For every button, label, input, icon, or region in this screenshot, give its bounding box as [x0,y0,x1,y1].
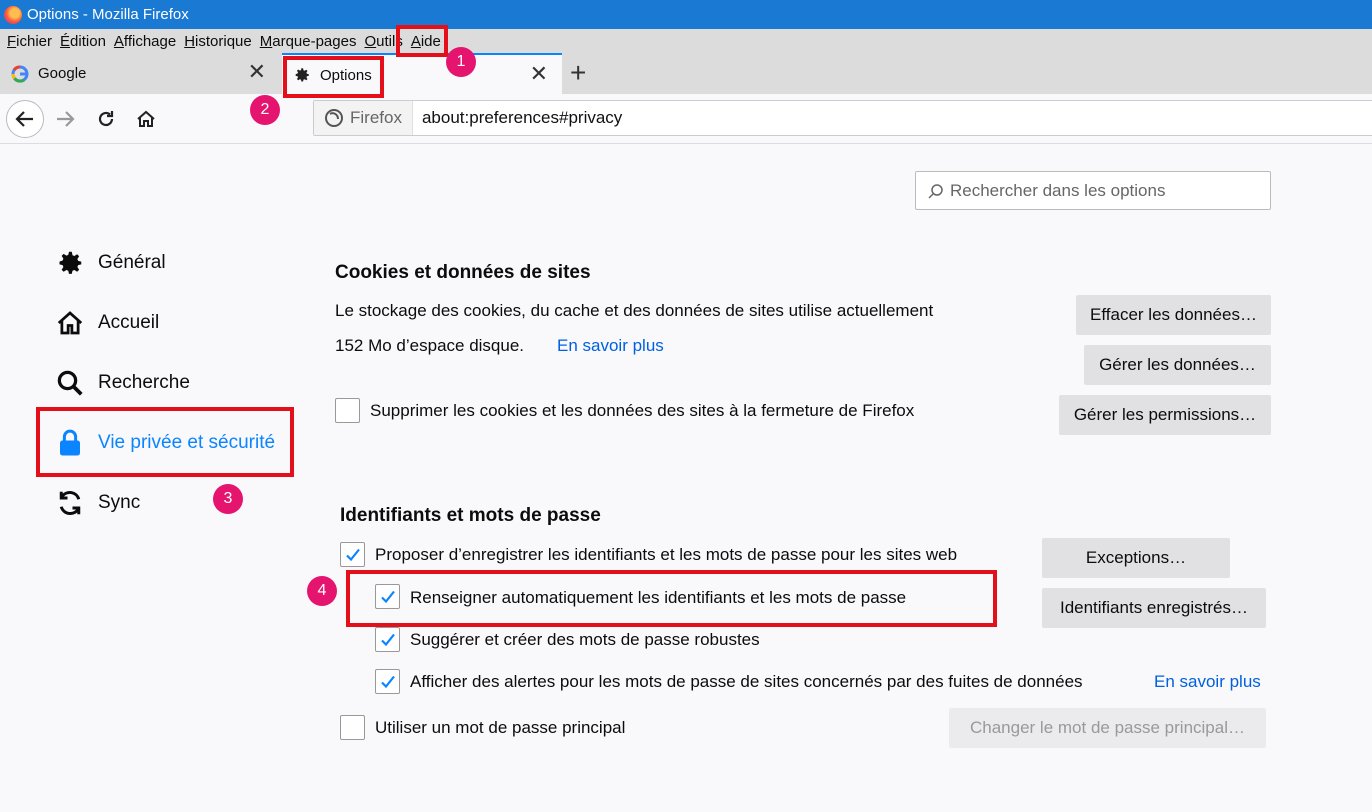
step-badge-1: 1 [446,47,476,77]
highlight-privacy [36,407,294,477]
menu-historique[interactable]: Historique [184,33,252,50]
cookies-usage: 152 Mo d’espace disque. [335,336,525,355]
tab-strip: Google ✕ Options ✕ [0,53,1372,94]
sidebar-item-label: Sync [98,492,141,513]
cookies-description: Le stockage des cookies, du cache et des… [335,301,934,320]
sidebar-item-sync[interactable]: Sync [55,488,140,518]
step-badge-3: 3 [213,484,243,514]
back-button[interactable] [6,100,44,138]
navigation-toolbar: Firefox about:preferences#privacy [0,94,1372,144]
close-icon[interactable]: ✕ [530,63,548,85]
suggest-passwords-label[interactable]: Suggérer et créer des mots de passe robu… [410,630,760,650]
primary-password-checkbox[interactable] [340,715,365,740]
breach-learn-more-link[interactable]: En savoir plus [1154,672,1261,692]
home-icon [57,311,83,335]
forward-button[interactable] [46,100,84,138]
new-tab-icon[interactable]: + [570,58,586,88]
search-options-input[interactable]: Rechercher dans les options [915,171,1271,210]
saved-logins-button[interactable]: Identifiants enregistrés… [1042,588,1266,628]
menu-affichage[interactable]: Affichage [114,33,176,50]
preferences-page: Rechercher dans les options Général Accu… [0,145,1372,812]
sidebar-item-label: Accueil [98,312,160,333]
home-button[interactable] [127,100,165,138]
menu-fichier[interactable]: Fichier [7,33,52,50]
primary-password-label[interactable]: Utiliser un mot de passe principal [375,718,625,738]
gear-icon [59,251,82,274]
sidebar-item-search[interactable]: Recherche [55,368,190,398]
suggest-passwords-checkbox[interactable] [375,627,400,652]
url-bar[interactable]: Firefox about:preferences#privacy [313,100,1372,136]
menu-bar: Fichier Édition Affichage Historique Mar… [0,29,1372,53]
reload-icon [98,111,114,127]
reload-button[interactable] [87,100,125,138]
window-title: Options - Mozilla Firefox [27,6,189,23]
search-icon [928,183,943,199]
tab-google[interactable]: Google ✕ [0,53,280,94]
cookies-heading: Cookies et données de sites [335,262,591,283]
arrow-left-icon [15,111,33,127]
cookies-learn-more-link[interactable]: En savoir plus [557,336,664,356]
breach-alerts-checkbox[interactable] [375,669,400,694]
highlight-autofill [346,570,997,627]
clear-data-button[interactable]: Effacer les données… [1076,295,1271,335]
manage-data-button[interactable]: Gérer les données… [1084,345,1271,385]
change-primary-password-button: Changer le mot de passe principal… [949,708,1266,748]
identity-box[interactable]: Firefox [314,101,413,135]
exceptions-button[interactable]: Exceptions… [1042,538,1230,578]
step-badge-2: 2 [250,95,280,125]
breach-alerts-label[interactable]: Afficher des alertes pour les mots de pa… [410,672,1083,692]
close-icon[interactable]: ✕ [248,61,266,83]
sidebar-item-general[interactable]: Général [55,248,166,278]
delete-on-close-checkbox[interactable] [335,398,360,423]
firefox-logo-icon [4,5,22,24]
search-icon [57,370,83,396]
google-icon [11,65,29,83]
menu-edition[interactable]: Édition [60,33,106,50]
sidebar-item-label: Général [98,252,166,273]
checkmark-icon [380,633,395,646]
url-text[interactable]: about:preferences#privacy [422,108,622,128]
sidebar-item-label: Recherche [98,372,190,393]
manage-permissions-button[interactable]: Gérer les permissions… [1059,395,1271,435]
highlight-options-tab [283,56,384,98]
home-icon [137,110,155,127]
arrow-right-icon [57,111,75,127]
window-titlebar: Options - Mozilla Firefox [0,0,1372,29]
firefox-icon [325,109,343,127]
search-placeholder: Rechercher dans les options [950,180,1166,200]
checkmark-icon [345,548,360,561]
identity-label: Firefox [350,108,402,127]
delete-on-close-label[interactable]: Supprimer les cookies et les données des… [370,401,914,421]
sidebar-item-home[interactable]: Accueil [55,308,159,338]
sync-icon [59,490,81,516]
ask-save-label[interactable]: Proposer d’enregistrer les identifiants … [375,545,957,565]
checkmark-icon [380,675,395,688]
ask-save-checkbox[interactable] [340,542,365,567]
tab-label: Google [38,65,87,82]
step-badge-4: 4 [307,576,337,606]
logins-heading: Identifiants et mots de passe [340,505,601,526]
highlight-outils [396,25,448,57]
menu-marque-pages[interactable]: Marque-pages [260,33,357,50]
